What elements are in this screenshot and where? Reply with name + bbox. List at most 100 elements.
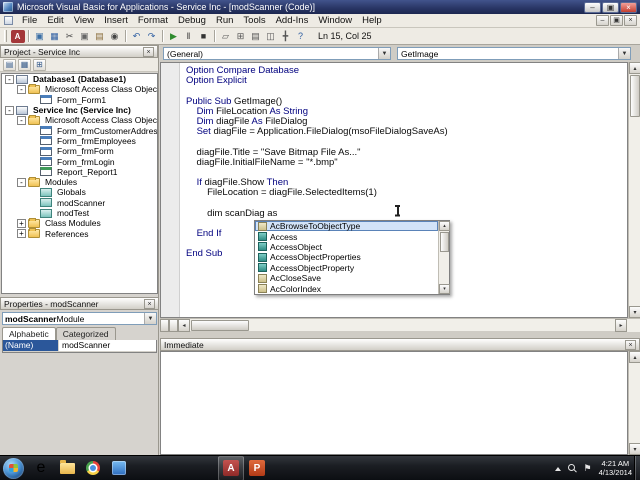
properties-window-icon[interactable]: ▤ <box>249 30 263 43</box>
scroll-up-icon[interactable]: ▴ <box>629 351 640 363</box>
property-name[interactable]: (Name) <box>3 340 59 351</box>
tree-item[interactable]: - Microsoft Access Class Objects <box>2 114 157 125</box>
intellisense-scrollbar[interactable]: ▴ ▾ <box>438 221 450 294</box>
save-icon[interactable]: ▦ <box>48 30 62 43</box>
search-icon[interactable] <box>567 464 577 473</box>
project-panel-header[interactable]: Project - Service Inc × <box>0 45 158 58</box>
chevron-down-icon[interactable]: ▼ <box>378 48 390 59</box>
toolbox-icon[interactable]: ╋ <box>279 30 293 43</box>
scroll-left-icon[interactable]: ◂ <box>178 318 190 332</box>
collapse-icon[interactable]: - <box>17 115 26 125</box>
view-microsoft-access-icon[interactable]: A <box>10 29 25 43</box>
scroll-down-icon[interactable]: ▾ <box>439 283 450 294</box>
code-line[interactable]: dim scanDiag as <box>186 208 625 219</box>
reset-icon[interactable]: ■ <box>197 30 211 43</box>
child-close-button[interactable]: × <box>624 15 637 26</box>
properties-object-combo[interactable]: modScanner Module ▼ <box>2 312 157 325</box>
project-close-icon[interactable]: × <box>143 46 154 57</box>
tree-item[interactable]: + Class Modules <box>2 217 157 228</box>
tree-item[interactable]: modTest <box>2 208 157 218</box>
code-line[interactable]: Option Compare Database <box>186 65 625 76</box>
tree-item[interactable]: - Microsoft Access Class Objects <box>2 83 157 94</box>
menu-tools[interactable]: Tools <box>238 14 270 28</box>
chevron-down-icon[interactable]: ▼ <box>144 313 156 324</box>
tree-item[interactable]: Form_frmLogin <box>2 156 157 167</box>
action-center-icon[interactable]: ⚑ <box>584 464 592 473</box>
collapse-icon[interactable]: - <box>17 177 26 187</box>
menu-view[interactable]: View <box>69 14 99 28</box>
tree-item[interactable]: Form_frmEmployees <box>2 136 157 146</box>
insert-module-icon[interactable]: ▣ <box>33 30 47 43</box>
tree-item[interactable]: Report_Report1 <box>2 167 157 177</box>
tree-item[interactable]: modScanner <box>2 198 157 208</box>
object-combo[interactable]: (General) ▼ <box>163 47 391 60</box>
tree-item[interactable]: - Modules <box>2 176 157 187</box>
scroll-up-icon[interactable]: ▴ <box>629 62 640 74</box>
view-code-icon[interactable]: ▤ <box>3 58 16 71</box>
menu-addins[interactable]: Add-Ins <box>271 14 314 28</box>
procedure-combo[interactable]: GetImage ▼ <box>397 47 631 60</box>
copy-icon[interactable]: ▣ <box>78 30 92 43</box>
menu-help[interactable]: Help <box>357 14 387 28</box>
view-object-icon[interactable]: ▦ <box>18 58 31 71</box>
intellisense-item[interactable]: Access <box>255 231 438 242</box>
expand-icon[interactable]: + <box>17 229 26 239</box>
maximize-button[interactable]: ▣ <box>602 1 619 13</box>
internet-explorer-taskbar-button[interactable]: e <box>28 456 54 480</box>
paste-icon[interactable]: ▤ <box>93 30 107 43</box>
menu-window[interactable]: Window <box>313 14 357 28</box>
scrollbar-thumb[interactable] <box>630 75 640 117</box>
scroll-down-icon[interactable]: ▾ <box>629 443 640 455</box>
tree-item[interactable]: - Service Inc (Service Inc) <box>2 105 157 115</box>
tree-item[interactable]: - Database1 (Database1) <box>2 74 157 84</box>
intellisense-item[interactable]: AcColorIndex <box>255 283 438 294</box>
design-mode-icon[interactable]: ▱ <box>219 30 233 43</box>
code-line[interactable]: Option Explicit <box>186 76 625 86</box>
code-horizontal-scrollbar[interactable]: ◂ ▸ <box>160 318 640 332</box>
tab-alphabetic[interactable]: Alphabetic <box>2 327 56 340</box>
menu-file[interactable]: File <box>17 14 42 28</box>
collapse-icon[interactable]: - <box>5 105 14 115</box>
tree-item[interactable]: Form_Form1 <box>2 95 157 105</box>
minimize-button[interactable]: – <box>584 1 601 13</box>
intellisense-item[interactable]: AccessObject <box>255 242 438 252</box>
property-value[interactable]: modScanner <box>59 340 156 351</box>
collapse-icon[interactable]: - <box>5 74 14 84</box>
show-hidden-icons-icon[interactable] <box>554 466 561 471</box>
undo-icon[interactable]: ↶ <box>130 30 144 43</box>
intellisense-item[interactable]: AccessObjectProperty <box>255 263 438 273</box>
splitter-handle[interactable] <box>160 318 169 332</box>
breakpoint-margin[interactable] <box>161 63 180 317</box>
splitter-handle[interactable] <box>169 318 178 332</box>
menu-run[interactable]: Run <box>211 14 238 28</box>
code-line[interactable]: Set diagFile = Application.FileDialog(ms… <box>186 127 625 137</box>
property-row[interactable]: (Name) modScanner <box>3 340 156 352</box>
menu-format[interactable]: Format <box>133 14 173 28</box>
app-blue-taskbar-button[interactable] <box>106 456 132 480</box>
redo-icon[interactable]: ↷ <box>145 30 159 43</box>
code-editor[interactable]: Option Compare Database Option Explicit Pu… <box>160 62 628 318</box>
show-desktop-button[interactable] <box>634 456 640 480</box>
chevron-down-icon[interactable]: ▼ <box>618 48 630 59</box>
tree-item[interactable]: + References <box>2 228 157 239</box>
menu-debug[interactable]: Debug <box>173 14 211 28</box>
immediate-scrollbar[interactable]: ▴ ▾ <box>628 351 640 455</box>
intellisense-item[interactable]: AccessObjectProperties <box>255 252 438 262</box>
start-button[interactable] <box>3 457 24 479</box>
scroll-up-icon[interactable]: ▴ <box>439 221 450 231</box>
toggle-folders-icon[interactable]: ⊞ <box>33 58 46 71</box>
powerpoint-taskbar-button[interactable]: P <box>244 456 270 480</box>
properties-close-icon[interactable]: × <box>144 298 155 309</box>
code-line[interactable]: diagFile.InitialFileName = "*.bmp" <box>186 157 625 168</box>
cut-icon[interactable]: ✂ <box>63 30 77 43</box>
tree-item[interactable]: Globals <box>2 187 157 197</box>
help-icon[interactable]: ? <box>294 30 308 43</box>
taskbar-clock[interactable]: 4:21 AM 4/13/2014 <box>599 459 632 477</box>
properties-panel-header[interactable]: Properties - modScanner × <box>0 297 159 310</box>
menu-insert[interactable]: Insert <box>99 14 133 28</box>
chrome-taskbar-button[interactable] <box>80 456 106 480</box>
child-restore-button[interactable]: ▣ <box>610 15 623 26</box>
run-sub-icon[interactable]: ▶ <box>167 30 181 43</box>
break-icon[interactable]: ‖ <box>182 30 196 43</box>
access-taskbar-button[interactable]: A <box>218 455 244 480</box>
